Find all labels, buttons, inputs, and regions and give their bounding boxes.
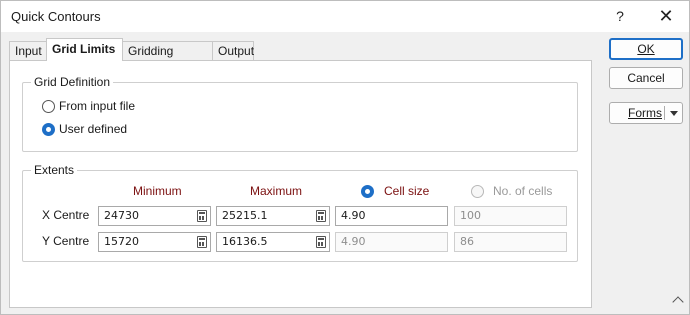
title-bar: Quick Contours ? ✕ [1,1,689,32]
cancel-label: Cancel [627,71,665,85]
y-minimum-field[interactable]: 15720 [98,232,211,252]
x-minimum-value: 24730 [104,209,139,222]
x-cell-size-field[interactable]: 4.90 [335,206,448,226]
grid-definition-title: Grid Definition [31,75,114,89]
cancel-button[interactable]: Cancel [609,67,683,89]
maximum-header: Maximum [250,184,303,198]
x-minimum-field[interactable]: 24730 [98,206,211,226]
num-cells-radio[interactable] [471,185,484,198]
window-title: Quick Contours [11,9,101,24]
forms-button[interactable]: Forms [609,102,683,124]
calculator-icon[interactable] [316,210,326,222]
cell-size-header[interactable]: Cell size [384,184,429,198]
y-maximum-field[interactable]: 16136.5 [216,232,330,252]
from-input-file-radio[interactable] [42,100,55,113]
help-button[interactable]: ? [598,1,642,32]
tab-gridding-method[interactable]: Gridding Method [122,41,213,77]
chevron-up-icon[interactable] [672,296,684,308]
x-cell-size-value: 4.90 [341,209,366,222]
extents-title: Extents [31,163,78,177]
ok-label: OK [637,42,655,56]
user-defined-radio[interactable] [42,123,55,136]
minimum-header: Minimum [133,184,182,198]
calculator-icon[interactable] [197,236,207,248]
forms-label: Forms [628,106,662,120]
y-cell-size-value: 4.90 [341,235,366,248]
grid-definition-group: Grid Definition From input file User def… [22,75,578,152]
user-defined-label[interactable]: User defined [59,122,127,136]
from-input-file-label[interactable]: From input file [59,99,135,113]
ok-button[interactable]: OK [609,38,683,60]
y-num-cells-value: 86 [460,235,474,248]
forms-separator [664,106,665,120]
y-minimum-value: 15720 [104,235,139,248]
x-num-cells-field: 100 [454,206,567,226]
tab-input[interactable]: Input [9,41,47,60]
y-maximum-value: 16136.5 [222,235,268,248]
calculator-icon[interactable] [197,210,207,222]
tab-output[interactable]: Output [212,41,254,60]
x-num-cells-value: 100 [460,209,481,222]
y-num-cells-field: 86 [454,232,567,252]
close-button[interactable]: ✕ [644,1,688,32]
grid-limits-panel: Grid Definition From input file User def… [9,60,592,308]
chevron-down-icon[interactable] [670,111,678,116]
calculator-icon[interactable] [316,236,326,248]
y-centre-label: Y Centre [42,234,90,248]
quick-contours-dialog: Quick Contours ? ✕ Input Grid Limits Gri… [0,0,690,315]
x-centre-label: X Centre [42,208,90,222]
tab-grid-limits[interactable]: Grid Limits [46,38,123,61]
x-maximum-value: 25215.1 [222,209,268,222]
extents-group: Extents Minimum Maximum Cell size No. of… [22,163,578,262]
y-cell-size-field: 4.90 [335,232,448,252]
x-maximum-field[interactable]: 25215.1 [216,206,330,226]
num-cells-header[interactable]: No. of cells [493,184,552,198]
cell-size-radio[interactable] [361,185,374,198]
